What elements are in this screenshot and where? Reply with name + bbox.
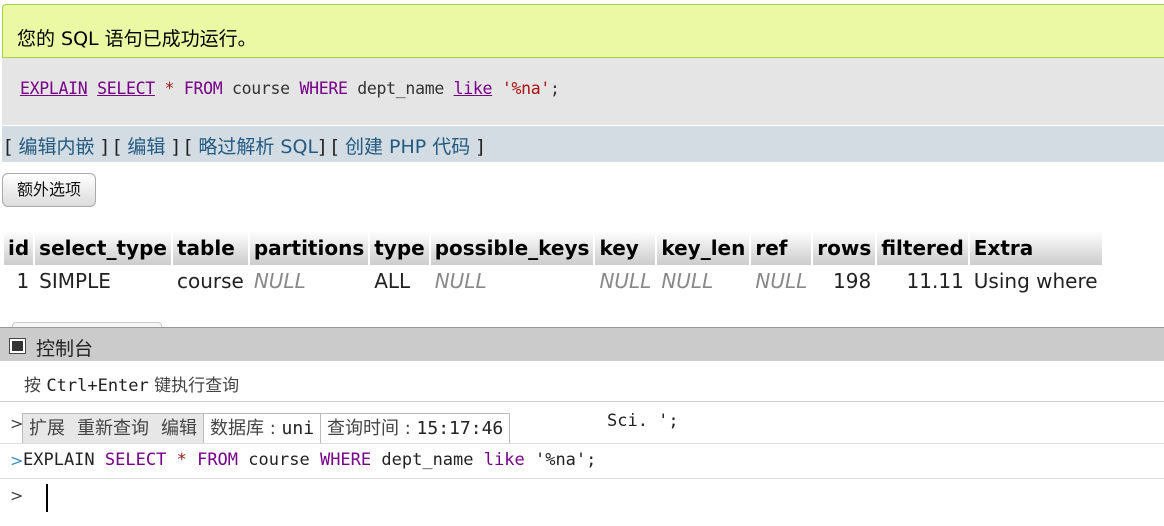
query-time-info: 查询时间 : 15:17:46 xyxy=(320,414,510,443)
sql-query-box: EXPLAIN SELECT * FROM course WHERE dept_… xyxy=(2,58,1164,125)
cell-table: course xyxy=(176,269,244,293)
sql-semicolon: ; xyxy=(549,79,560,98)
column-header[interactable]: table xyxy=(172,231,248,265)
column-header[interactable]: ref xyxy=(751,231,812,265)
query-time-value: 15:17:46 xyxy=(416,418,504,439)
lq-from: FROM xyxy=(197,450,239,470)
previous-query-tail: Sci. '; xyxy=(607,411,679,431)
create-php-code-link[interactable]: 创建 PHP 代码 xyxy=(345,136,470,158)
lq-where: WHERE xyxy=(319,450,372,470)
sql-query-code: EXPLAIN SELECT * FROM course WHERE dept_… xyxy=(20,79,560,98)
cell-filtered: 11.11 xyxy=(906,269,964,293)
column-header[interactable]: select_type xyxy=(35,231,171,265)
column-header[interactable]: possible_keys xyxy=(430,231,594,265)
column-header[interactable]: key_len xyxy=(657,231,750,265)
lq-star: * xyxy=(176,450,187,470)
prompt-caret: > xyxy=(10,486,24,505)
success-message-box: 您的 SQL 语句已成功运行。 xyxy=(2,4,1164,58)
console-window-icon xyxy=(9,338,26,354)
divider xyxy=(0,401,1164,402)
console-toggle-bar[interactable]: 控制台 xyxy=(0,327,1164,361)
database-label: 数据库 : xyxy=(210,418,282,439)
lq-like: like xyxy=(483,450,525,470)
cell-possible-keys: NULL xyxy=(434,269,487,293)
column-header[interactable]: Extra xyxy=(969,231,1102,265)
cell-rows: 198 xyxy=(833,269,872,293)
cell-select-type: SIMPLE xyxy=(39,269,111,293)
edit-option[interactable]: 编辑 xyxy=(155,414,203,443)
lq-table: course xyxy=(248,450,310,470)
cell-partitions: NULL xyxy=(253,269,306,293)
sql-keyword-where: WHERE xyxy=(299,79,348,98)
column-header[interactable]: type xyxy=(370,231,429,265)
expand-option[interactable]: 扩展 xyxy=(23,414,71,443)
divider xyxy=(0,443,1164,444)
text-cursor xyxy=(46,484,48,512)
query-time-label: 查询时间 : xyxy=(327,418,417,439)
table-header-row: id select_type table partitions type pos… xyxy=(4,231,1102,265)
extra-options-button[interactable]: 额外选项 xyxy=(2,173,96,207)
chevron-right-icon: > xyxy=(10,451,24,470)
sql-keyword-from: FROM xyxy=(183,79,223,98)
cell-id: 1 xyxy=(16,269,30,293)
skip-parse-sql-link[interactable]: 略过解析 SQL xyxy=(198,136,318,158)
cell-extra: Using where xyxy=(973,269,1098,293)
column-header[interactable]: partitions xyxy=(249,231,369,265)
cell-type: ALL xyxy=(374,269,411,293)
database-info: 数据库 : uni xyxy=(203,414,321,443)
sql-table: course xyxy=(232,79,290,98)
sql-keyword-like[interactable]: like xyxy=(454,79,493,98)
console-history-entry: > 扩展 重新查询 编辑 数据库 : uni 查询时间 : 15:17:46 S… xyxy=(0,411,1164,445)
column-header[interactable]: filtered xyxy=(877,231,968,265)
cell-ref: NULL xyxy=(755,269,808,293)
inline-edit-link[interactable]: 编辑内嵌 xyxy=(18,136,94,158)
lq-column: dept_name xyxy=(381,450,474,470)
hint-keys: Ctrl+Enter xyxy=(46,376,149,396)
success-message: 您的 SQL 语句已成功运行。 xyxy=(17,28,257,50)
explain-result-table: id select_type table partitions type pos… xyxy=(2,231,1104,297)
console-input-line[interactable]: > xyxy=(0,482,1164,522)
cell-key: NULL xyxy=(599,269,652,293)
table-row: 1 SIMPLE course NULL ALL NULL NULL NULL … xyxy=(4,265,1102,297)
query-options-toolbar: 扩展 重新查询 编辑 数据库 : uni 查询时间 : 15:17:46 xyxy=(22,413,511,444)
query-action-links: [ 编辑内嵌 ] [ 编辑 ] [ 略过解析 SQL] [ 创建 PHP 代码 … xyxy=(2,126,1164,162)
column-header[interactable]: key xyxy=(595,231,656,265)
cell-key-len: NULL xyxy=(661,269,714,293)
console-hint: 按 Ctrl+Enter 键执行查询 xyxy=(24,371,239,396)
sql-column: dept_name xyxy=(357,79,444,98)
hint-prefix: 按 xyxy=(24,376,47,396)
sql-string: '%na' xyxy=(501,79,550,98)
lq-select: SELECT xyxy=(104,450,167,470)
column-header[interactable]: id xyxy=(4,231,34,265)
console-title: 控制台 xyxy=(36,338,94,360)
requery-option[interactable]: 重新查询 xyxy=(71,414,155,443)
last-query-code: EXPLAIN SELECT * FROM course WHERE dept_… xyxy=(23,450,596,470)
sql-keyword-select[interactable]: SELECT xyxy=(97,79,155,98)
sql-star: * xyxy=(164,79,175,98)
lq-semicolon: ; xyxy=(586,450,597,470)
hint-suffix: 键执行查询 xyxy=(148,376,240,396)
console-panel: 控制台 按 Ctrl+Enter 键执行查询 > 扩展 重新查询 编辑 数据库 … xyxy=(0,327,1164,526)
column-header[interactable]: rows xyxy=(813,231,876,265)
database-value: uni xyxy=(281,418,315,439)
console-history-entry[interactable]: > EXPLAIN SELECT * FROM course WHERE dep… xyxy=(0,448,1164,478)
lq-explain: EXPLAIN xyxy=(23,450,95,470)
edit-link[interactable]: 编辑 xyxy=(127,136,165,158)
sql-keyword-explain[interactable]: EXPLAIN xyxy=(20,79,88,98)
lq-string: '%na' xyxy=(534,450,587,470)
divider xyxy=(0,478,1164,479)
